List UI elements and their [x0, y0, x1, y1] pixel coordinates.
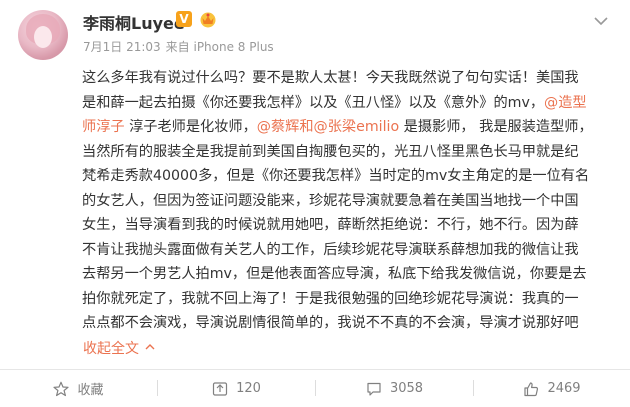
post-text-segment: 是摄影师， 我是服装造型师，	[399, 119, 593, 135]
username-link[interactable]: 李雨桐Luyee	[83, 10, 185, 34]
post-text-line: 拍你就死定了，我就不回上海了！于是我很勉强的回绝珍妮花导演说：我真的一	[82, 287, 614, 312]
avatar-face	[34, 26, 52, 48]
post-text-segment: 是和薛一起去拍摄《你还要我怎样》以及《丑八怪》以及《意外》的mv，	[82, 94, 545, 111]
post-text-line: 这么多年我有说过什么吗？要不是欺人太甚！今天我既然说了句句实话！美国我	[82, 66, 614, 91]
post-text-segment: 点点都不会演戏，导演说剧情很简单的，我说不不真的不会演，导演才说那好吧	[82, 315, 579, 331]
star-icon	[53, 381, 70, 396]
collapse-button[interactable]: 收起全文	[83, 338, 155, 358]
favorite-button[interactable]: 收藏	[0, 370, 157, 407]
post-text-line: 师淳子 淳子老师是化妆师，@蔡辉和@张梁emilio 是摄影师， 我是服装造型师…	[82, 115, 614, 140]
post-timestamp[interactable]: 7月1日 21:03	[83, 40, 161, 54]
post-text-segment: 不肯让我抛头露面做有关艺人的工作，后续珍妮花导演联系薛想加我的微信让我	[82, 241, 579, 258]
post-text: 这么多年我有说过什么吗？要不是欺人太甚！今天我既然说了句句实话！美国我 是和薛一起…	[82, 66, 614, 336]
mention-link[interactable]: 师淳子	[82, 119, 125, 135]
like-button[interactable]: 2469	[474, 370, 630, 407]
post-text-line: 点点都不会演戏，导演说剧情很简单的，我说不不真的不会演，导演才说那好吧	[82, 311, 614, 336]
weibo-post-card: 李雨桐Luyee V 7月1日 21:03 来自 iPhone 8 Plus 这么…	[0, 0, 630, 407]
post-text-segment: 这么多年我有说过什么吗？要不是欺人太甚！今天我既然说了句句实话！美国我	[82, 70, 579, 86]
post-text-segment: 淳子老师是化妆师，	[124, 119, 257, 135]
repost-count: 120	[236, 381, 261, 396]
chevron-up-icon	[145, 344, 155, 350]
post-text-segment: 的女艺人，但因为签证问题没能来，珍妮花导演就要急着在美国当地找一个中国	[82, 192, 579, 209]
repost-icon	[212, 381, 228, 396]
collapse-label[interactable]: 收起全文	[83, 341, 139, 357]
avatar[interactable]	[18, 10, 68, 60]
post-text-line: 的女艺人，但因为签证问题没能来，珍妮花导演就要急着在美国当地找一个中国	[82, 189, 614, 214]
chevron-down-icon[interactable]	[593, 16, 609, 26]
post-text-segment: 去帮另一个男艺人拍mv，但是他表面答应导演，私底下给我发微信说，你要是去	[82, 266, 587, 282]
post-text-segment: 女生，当导演看到我的时候说就用她吧，薛断然拒绝说：不行，她不行。因为薛	[82, 217, 579, 233]
comment-count: 3058	[389, 381, 424, 396]
vip-badge[interactable]: V	[176, 11, 192, 27]
mention-link[interactable]: @蔡辉和	[257, 119, 314, 135]
post-text-segment: 当然所有的服装全是我提前到美国自掏腰包买的，光丑八怪里黑色长马甲就是纪	[82, 143, 579, 160]
comment-icon	[367, 382, 381, 396]
comment-button[interactable]: 3058	[316, 370, 473, 407]
like-icon	[524, 381, 539, 396]
repost-button[interactable]: 120	[158, 370, 315, 407]
post-text-line: 当然所有的服装全是我提前到美国自掏腰包买的，光丑八怪里黑色长马甲就是纪	[82, 140, 614, 165]
crown-icon[interactable]	[198, 10, 218, 28]
post-meta: 7月1日 21:03 来自 iPhone 8 Plus	[83, 38, 279, 55]
post-source: 来自 iPhone 8 Plus	[165, 40, 274, 54]
like-count: 2469	[547, 381, 581, 396]
post-text-line: 是和薛一起去拍摄《你还要我怎样》以及《丑八怪》以及《意外》的mv，@造型	[82, 91, 614, 116]
post-text-line: 女生，当导演看到我的时候说就用她吧，薛断然拒绝说：不行，她不行。因为薛	[82, 213, 614, 238]
mention-link[interactable]: @造型	[544, 95, 587, 111]
mention-link[interactable]: @张梁emilio	[314, 119, 400, 135]
post-text-line: 不肯让我抛头露面做有关艺人的工作，后续珍妮花导演联系薛想加我的微信让我	[82, 238, 614, 263]
post-text-segment: 拍你就死定了，我就不回上海了！于是我很勉强的回绝珍妮花导演说：我真的一	[82, 290, 579, 307]
favorite-label: 收藏	[77, 383, 104, 398]
post-text-line: 梵希走秀款40000多，但是《你还要我怎样》当时定的mv女主角定的是一位有名	[82, 164, 614, 189]
post-text-segment: 梵希走秀款40000多，但是《你还要我怎样》当时定的mv女主角定的是一位有名	[82, 168, 590, 184]
post-text-line: 去帮另一个男艺人拍mv，但是他表面答应导演，私底下给我发微信说，你要是去	[82, 262, 614, 287]
